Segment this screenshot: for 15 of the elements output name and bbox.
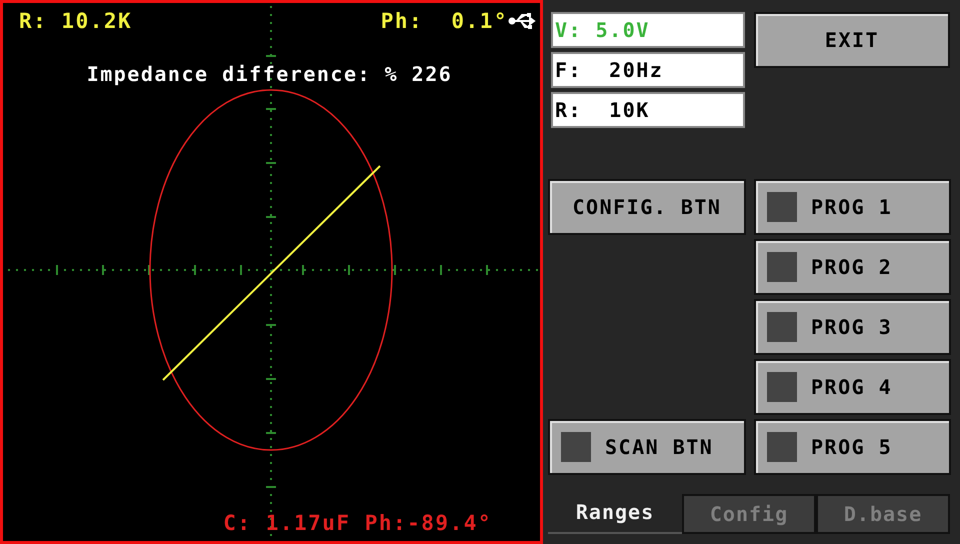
impedance-difference-text: Impedance difference: % 226 [86,62,454,86]
program-button[interactable]: PROG 4 [754,359,951,415]
exit-button[interactable]: EXIT [754,12,950,68]
program-button[interactable]: PROG 2 [754,239,951,295]
resistance-reading: R: 10.2K [19,9,132,33]
capacitance-reading: C: 1.17uF Ph:-89.4° [223,511,492,535]
usb-icon [508,11,538,31]
program-button[interactable]: PROG 5 [754,419,951,475]
scan-button[interactable]: SCAN BTN [548,419,746,475]
program-button[interactable]: PROG 3 [754,299,951,355]
program-button[interactable]: PROG 1 [754,179,951,235]
phase-reading: Ph: 0.1° [380,9,508,33]
setting-field[interactable]: F: 20Hz [551,52,745,88]
setting-field[interactable]: R: 10K [551,92,745,128]
config-button[interactable]: CONFIG. BTN [548,179,746,235]
